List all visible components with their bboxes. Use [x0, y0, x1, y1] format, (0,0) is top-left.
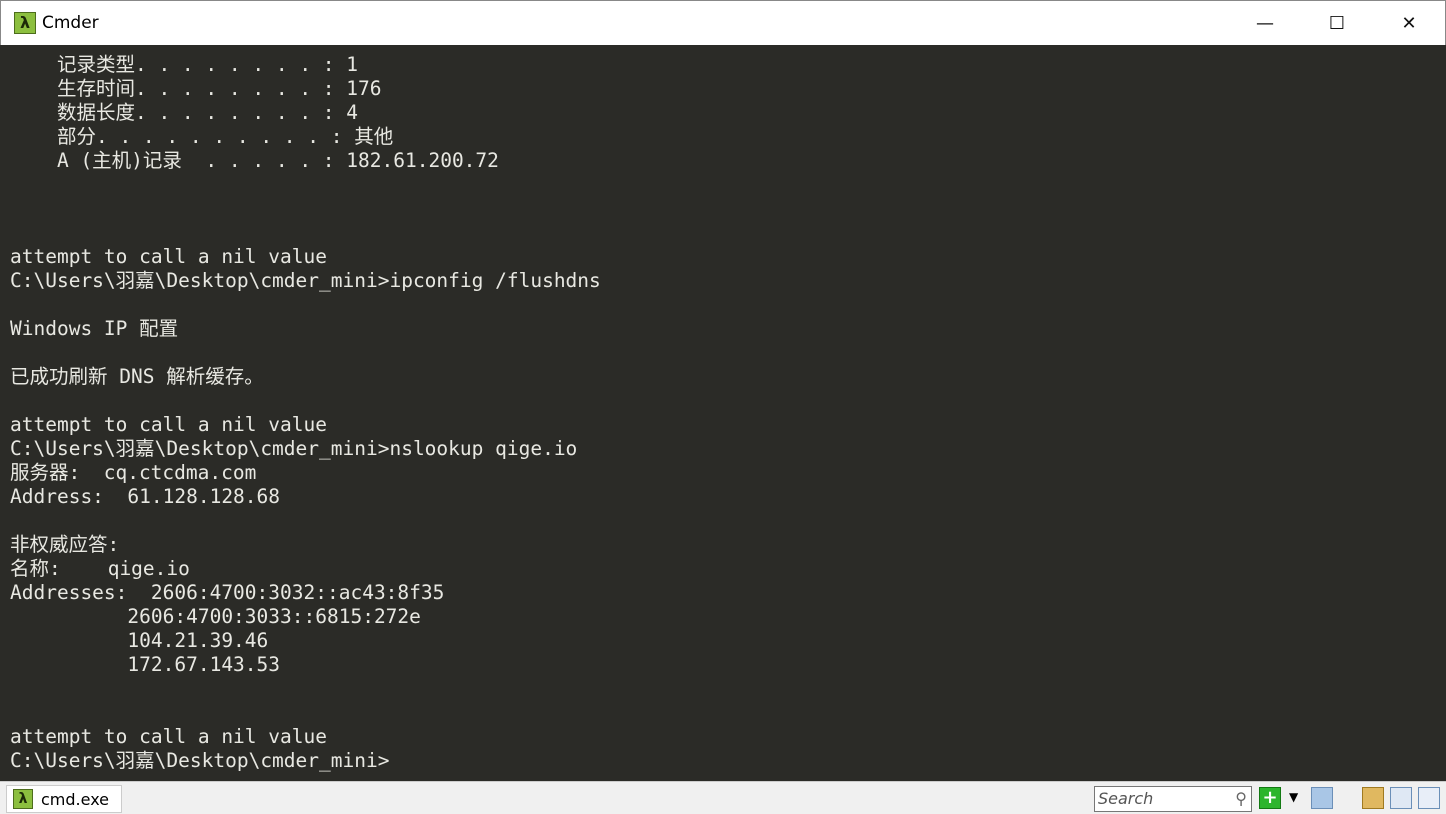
search-placeholder: Search — [1098, 789, 1154, 808]
terminal-line: C:\Users\羽嘉\Desktop\cmder_mini> — [10, 749, 390, 772]
terminal-line: 记录类型. . . . . . . . : 1 — [10, 53, 359, 76]
terminal-line: Addresses: 2606:4700:3032::ac43:8f35 — [10, 581, 445, 604]
window-icon[interactable] — [1390, 787, 1412, 809]
cmder-lambda-icon: λ — [13, 789, 33, 809]
terminal-line: 172.67.143.53 — [10, 653, 281, 676]
maximize-button[interactable]: ☐ — [1301, 1, 1373, 46]
split-view-icon[interactable] — [1311, 787, 1333, 809]
terminal-line: 服务器: cq.ctcdma.com — [10, 461, 257, 484]
menu-icon[interactable] — [1418, 787, 1440, 809]
tab-label: cmd.exe — [41, 789, 110, 809]
terminal-line: Windows IP 配置 — [10, 317, 179, 340]
chevron-down-icon[interactable]: ▼ — [1289, 790, 1298, 804]
title-bar: λ Cmder — ☐ ✕ — [0, 0, 1446, 45]
terminal-line: C:\Users\羽嘉\Desktop\cmder_mini>nslookup … — [10, 437, 578, 460]
terminal-line: 非权威应答: — [10, 533, 120, 556]
terminal-line: 生存时间. . . . . . . . : 176 — [10, 77, 382, 100]
terminal-line: attempt to call a nil value — [10, 413, 327, 436]
minimize-button[interactable]: — — [1229, 1, 1301, 46]
terminal-line: attempt to call a nil value — [10, 725, 327, 748]
plus-icon[interactable]: + — [1259, 787, 1281, 809]
terminal-line: 数据长度. . . . . . . . : 4 — [10, 101, 359, 124]
terminal-line: 2606:4700:3033::6815:272e — [10, 605, 421, 628]
terminal-line: Address: 61.128.128.68 — [10, 485, 281, 508]
tab-cmd-exe[interactable]: λ cmd.exe — [6, 785, 122, 813]
status-bar: λ cmd.exe Search ⚲ + ▼ — [0, 781, 1446, 814]
terminal-line: 104.21.39.46 — [10, 629, 269, 652]
cmder-lambda-icon: λ — [14, 12, 36, 34]
terminal-line: 名称: qige.io — [10, 557, 190, 580]
terminal-line: attempt to call a nil value — [10, 245, 327, 268]
search-icon: ⚲ — [1235, 789, 1247, 808]
search-input[interactable]: Search ⚲ — [1094, 786, 1252, 812]
window-title: Cmder — [42, 13, 99, 33]
terminal-line: A (主机)记录 . . . . . : 182.61.200.72 — [10, 149, 499, 172]
terminal-line: 已成功刷新 DNS 解析缓存。 — [10, 365, 264, 388]
close-button[interactable]: ✕ — [1373, 1, 1445, 46]
lock-icon[interactable] — [1362, 787, 1384, 809]
terminal-line: 部分. . . . . . . . . . : 其他 — [10, 125, 394, 148]
terminal-line: C:\Users\羽嘉\Desktop\cmder_mini>ipconfig … — [10, 269, 601, 292]
terminal-output[interactable]: 记录类型. . . . . . . . : 1 生存时间. . . . . . … — [1, 53, 1445, 777]
